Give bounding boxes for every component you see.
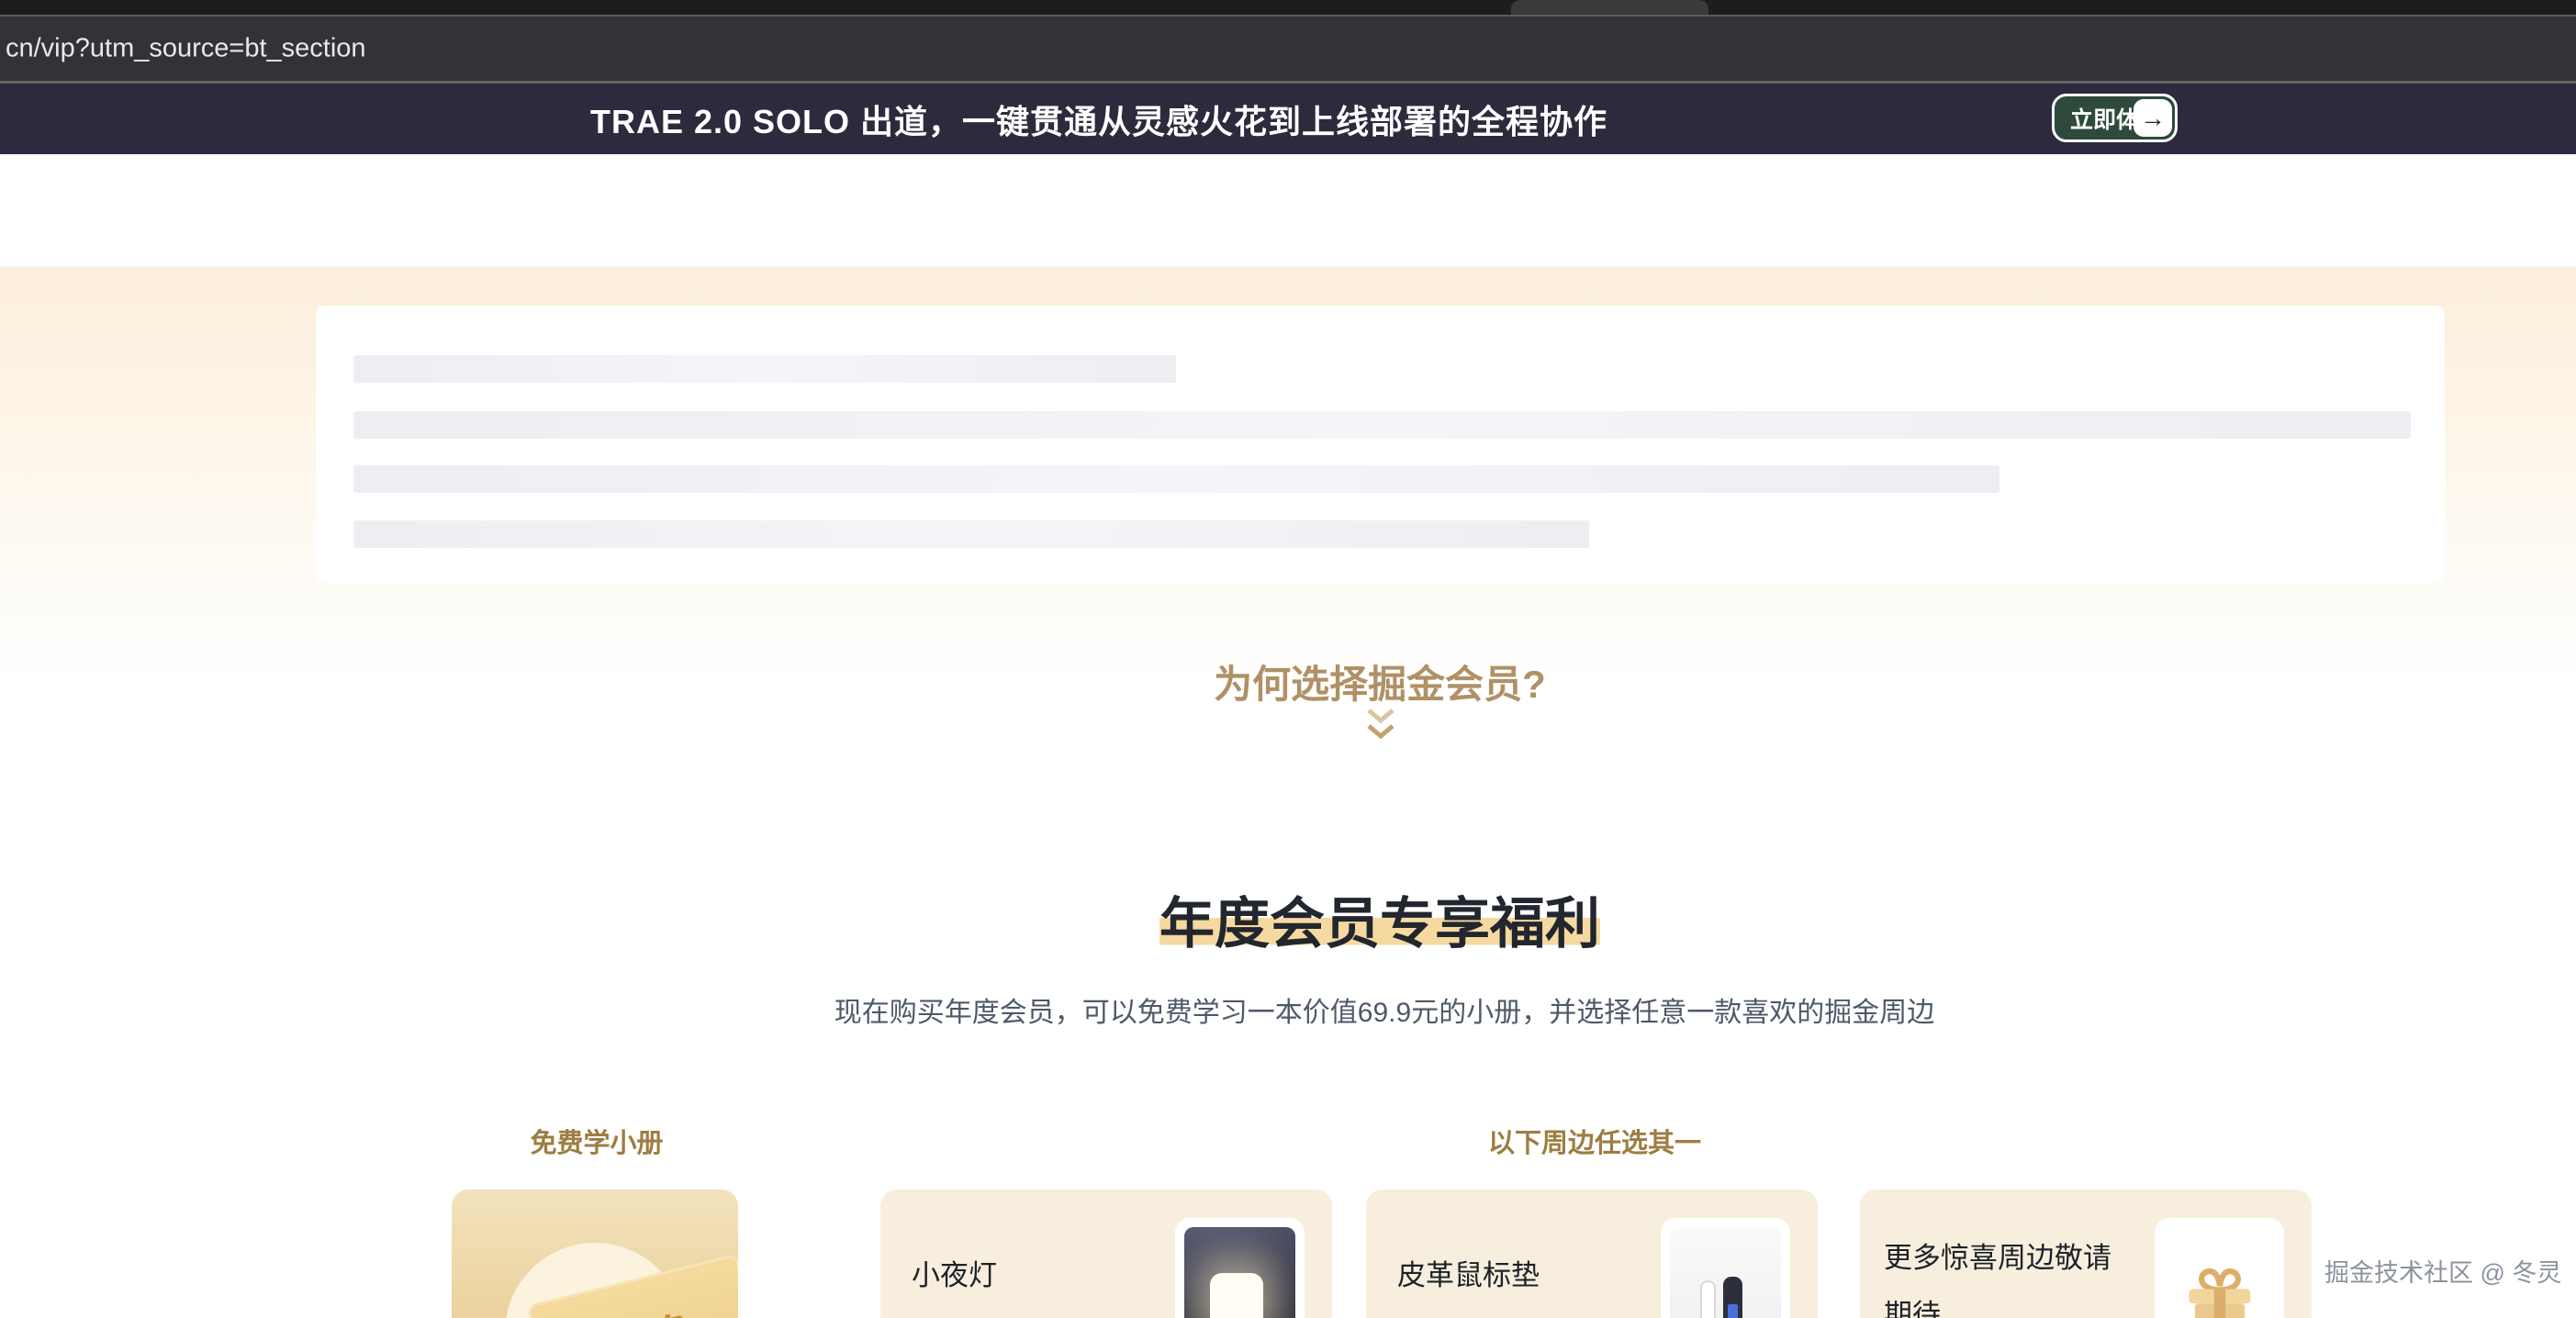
why-section-title: 为何选择掘金会员? bbox=[1214, 653, 1546, 709]
benefits-title: 年度会员专享福利 bbox=[1159, 879, 1600, 959]
gift-name: 皮革鼠标垫 bbox=[1397, 1252, 1540, 1293]
gift-icon bbox=[2176, 1257, 2264, 1318]
skeleton-bar bbox=[353, 411, 2411, 439]
gift-name: 更多惊喜周边敬请期待... bbox=[1884, 1230, 2137, 1318]
promo-banner[interactable]: TRAE 2.0 SOLO 出道，一键贯通从灵感火花到上线部署的全程协作 立即体… bbox=[0, 84, 2576, 154]
lamp-glow bbox=[1210, 1273, 1263, 1318]
browser-active-tab[interactable] bbox=[1511, 0, 1708, 15]
skeleton-bar bbox=[353, 520, 1589, 548]
address-bar[interactable]: cn/vip?utm_source=bt_section bbox=[6, 34, 366, 64]
skeleton-loading-card bbox=[316, 306, 2445, 583]
skeleton-bar bbox=[353, 355, 1176, 383]
gift-name: 小夜灯 bbox=[912, 1252, 997, 1293]
mousepad-roll-dark bbox=[1723, 1277, 1742, 1318]
mousepad-roll-light bbox=[1700, 1280, 1716, 1318]
booklet-card[interactable]: 兑换 bbox=[452, 1190, 738, 1318]
promo-cta-button[interactable]: 立即体验 → bbox=[2052, 94, 2178, 142]
browser-toolbar: cn/vip?utm_source=bt_section bbox=[0, 15, 2576, 84]
gift-box-illustration bbox=[2164, 1227, 2275, 1318]
gift-card-night-light[interactable]: 小夜灯 bbox=[880, 1190, 1332, 1318]
mousepad-label-mark bbox=[1728, 1304, 1738, 1318]
gift-card-mousepad[interactable]: 皮革鼠标垫 bbox=[1366, 1190, 1818, 1318]
watermark-text: 掘金技术社区 @ 冬灵 bbox=[2324, 1253, 2561, 1289]
benefits-subtitle: 现在购买年度会员，可以免费学习一本价值69.9元的小册，并选择任意一款喜欢的掘金… bbox=[834, 989, 1934, 1030]
gift-card-more-surprises[interactable]: 更多惊喜周边敬请期待... bbox=[1860, 1190, 2312, 1318]
double-chevron-down-icon bbox=[1365, 707, 1396, 747]
gift-photo-frame bbox=[2155, 1218, 2284, 1318]
mousepad-photo bbox=[1670, 1227, 1781, 1318]
promo-banner-text: TRAE 2.0 SOLO 出道，一键贯通从灵感火花到上线部署的全程协作 bbox=[590, 95, 1607, 143]
navbar: 稀土掘金 首页 AI Coding NEW 沸点 课程 直播 活动 AI刷题 A… bbox=[0, 154, 2576, 268]
gift-photo-frame bbox=[1175, 1218, 1305, 1318]
skeleton-bar bbox=[353, 465, 1999, 493]
arrow-right-icon: → bbox=[2134, 99, 2172, 137]
booklet-section-label: 免费学小册 bbox=[530, 1122, 663, 1160]
screen: cn/vip?utm_source=bt_section TRAE 2.0 SO… bbox=[0, 0, 2576, 1318]
night-light-photo bbox=[1184, 1227, 1295, 1318]
gifts-section-label: 以下周边任选其一 bbox=[1488, 1122, 1701, 1160]
browser-tabstrip bbox=[0, 0, 2576, 15]
gift-photo-frame bbox=[1661, 1218, 1790, 1318]
benefits-title-text: 年度会员专享福利 bbox=[1159, 893, 1600, 955]
